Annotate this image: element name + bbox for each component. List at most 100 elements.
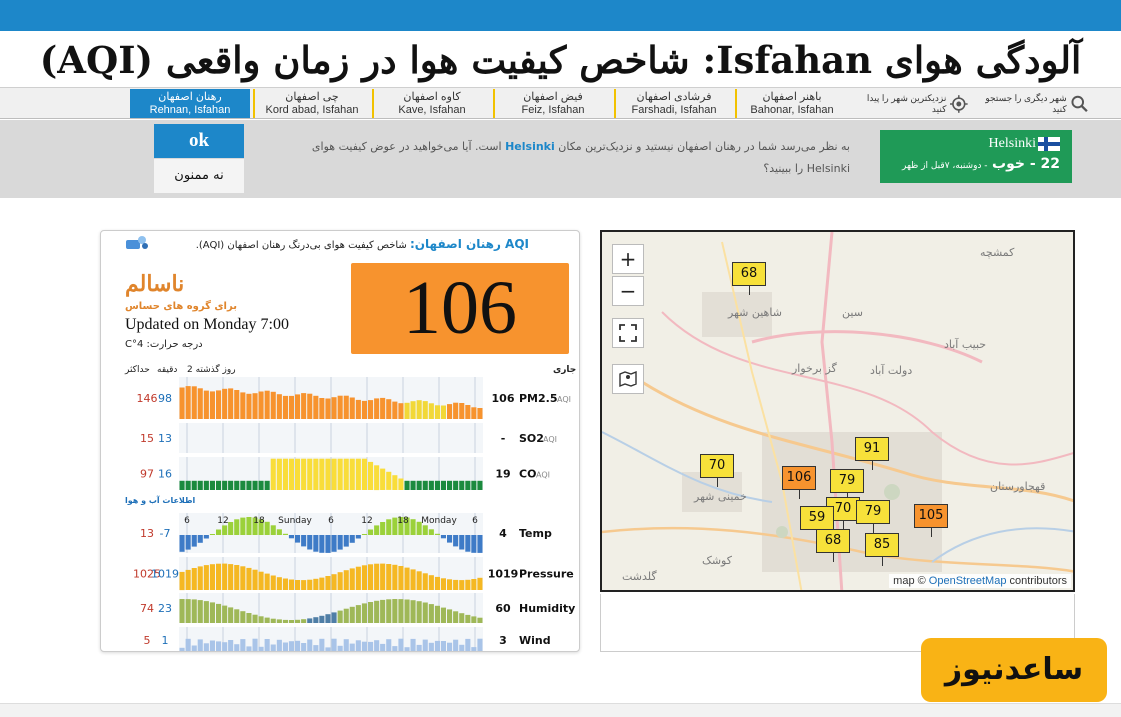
history-bar	[392, 475, 398, 490]
history-bar	[465, 614, 471, 623]
row-max: 5	[144, 634, 151, 647]
tick-label: 6	[328, 516, 334, 526]
history-bar	[307, 458, 313, 490]
history-bar	[191, 535, 197, 547]
history-bar	[313, 578, 319, 590]
history-bar	[185, 569, 191, 590]
history-bar	[240, 517, 246, 535]
station-map[interactable]: کمشچه شاهین شهر سین حبیب آباد گز برخوار …	[600, 230, 1075, 592]
map-marker[interactable]: 68	[732, 262, 766, 295]
zoom-in-button[interactable]: +	[612, 244, 644, 274]
history-bar	[337, 535, 343, 550]
history-bar	[459, 644, 465, 651]
layers-button[interactable]	[612, 364, 644, 394]
suggested-city-card[interactable]: Helsinki 22 - خوب - دوشنبه، ۷قبل از ظهر	[880, 130, 1072, 183]
map-marker[interactable]: 79	[830, 469, 864, 502]
history-bar	[447, 609, 453, 623]
history-bar	[288, 458, 294, 490]
history-bar	[349, 397, 355, 419]
history-bar	[368, 400, 374, 419]
map-marker[interactable]: 59	[800, 506, 834, 539]
page-footer	[0, 703, 1121, 717]
history-bar	[459, 403, 465, 419]
nav-item-farshadi[interactable]: فرشادی اصفهان Farshadi, Isfahan	[614, 89, 732, 118]
map-marker[interactable]: 79	[856, 500, 890, 533]
history-bar	[374, 640, 380, 651]
history-bar	[282, 578, 288, 590]
history-bar	[307, 639, 313, 651]
map-marker[interactable]: 91	[855, 437, 889, 470]
history-bar	[434, 405, 440, 419]
history-bar	[209, 640, 215, 651]
history-bar	[416, 601, 422, 623]
nav-item-kave[interactable]: کاوه اصفهان Kave, Isfahan	[372, 89, 490, 118]
osm-link[interactable]: OpenStreetMap	[929, 575, 1007, 587]
history-bar	[234, 644, 240, 651]
history-bar	[422, 525, 428, 535]
row-max: 146	[137, 392, 158, 405]
history-bar	[428, 480, 434, 490]
history-bar	[404, 599, 410, 623]
history-bar	[264, 639, 270, 651]
history-bar	[258, 480, 264, 490]
map-marker[interactable]: 68	[816, 529, 850, 562]
row-name: Pressure	[519, 568, 574, 581]
history-bar	[276, 639, 282, 651]
tick-label: 12	[361, 516, 372, 526]
history-bar	[264, 480, 270, 490]
watermark-logo: ساعدنیوز	[921, 638, 1107, 702]
history-bar	[453, 611, 459, 623]
history-bar	[301, 535, 307, 547]
history-bar	[477, 577, 483, 590]
history-bar	[276, 577, 282, 590]
nav-item-kord-abad[interactable]: چی اصفهان Kord abad, Isfahan	[253, 89, 369, 118]
history-bar	[258, 646, 264, 651]
history-bar	[185, 599, 191, 623]
banner-city-link[interactable]: Helsinki	[505, 140, 555, 153]
map-layers-icon	[619, 370, 637, 388]
map-marker[interactable]: 70	[700, 454, 734, 487]
history-bar	[465, 535, 471, 552]
ok-button[interactable]: ok	[154, 124, 244, 158]
history-bar	[288, 579, 294, 590]
history-bar	[343, 395, 349, 419]
history-bar	[307, 535, 313, 550]
history-bar	[197, 480, 203, 490]
history-bar	[428, 642, 434, 651]
nav-item-bahonar[interactable]: باهنر اصفهان Bahonar, Isfahan	[735, 89, 847, 118]
history-bar	[179, 387, 185, 419]
nav-item-feiz[interactable]: فیض اصفهان Feiz, Isfahan	[493, 89, 611, 118]
history-bar	[440, 480, 446, 490]
fullscreen-button[interactable]	[612, 318, 644, 348]
search-city-button[interactable]: شهر دیگری را جستجو کنید	[972, 91, 1088, 117]
history-bar	[270, 458, 276, 490]
history-bar	[337, 395, 343, 419]
history-bar	[465, 405, 471, 419]
nearest-city-button[interactable]: نزدیکترین شهر را پیدا کنید	[852, 91, 968, 117]
history-bar	[343, 639, 349, 651]
history-bar	[392, 646, 398, 651]
history-bar	[191, 645, 197, 651]
row-unit: AQI	[557, 395, 571, 404]
history-bar	[222, 388, 228, 419]
map-marker[interactable]: 106	[782, 466, 816, 499]
history-bar	[453, 402, 459, 419]
history-bar	[282, 458, 288, 490]
zoom-out-button[interactable]: −	[612, 276, 644, 306]
history-bar	[404, 647, 410, 651]
map-marker[interactable]: 105	[914, 504, 948, 537]
history-bar	[288, 641, 294, 651]
nav-item-rehnan[interactable]: رهنان اصفهان Rehnan, Isfahan	[130, 89, 250, 118]
history-bar	[331, 458, 337, 490]
history-bar	[392, 564, 398, 590]
history-bar	[380, 522, 386, 535]
history-bar	[355, 458, 361, 490]
no-thanks-button[interactable]: نه ممنون	[154, 159, 244, 193]
history-bar	[380, 643, 386, 651]
history-bar	[228, 480, 234, 490]
tick-label: 18	[397, 516, 409, 526]
history-bar	[398, 403, 404, 419]
map-marker[interactable]: 85	[865, 533, 899, 566]
history-bar	[295, 458, 301, 490]
history-bar	[416, 571, 422, 590]
